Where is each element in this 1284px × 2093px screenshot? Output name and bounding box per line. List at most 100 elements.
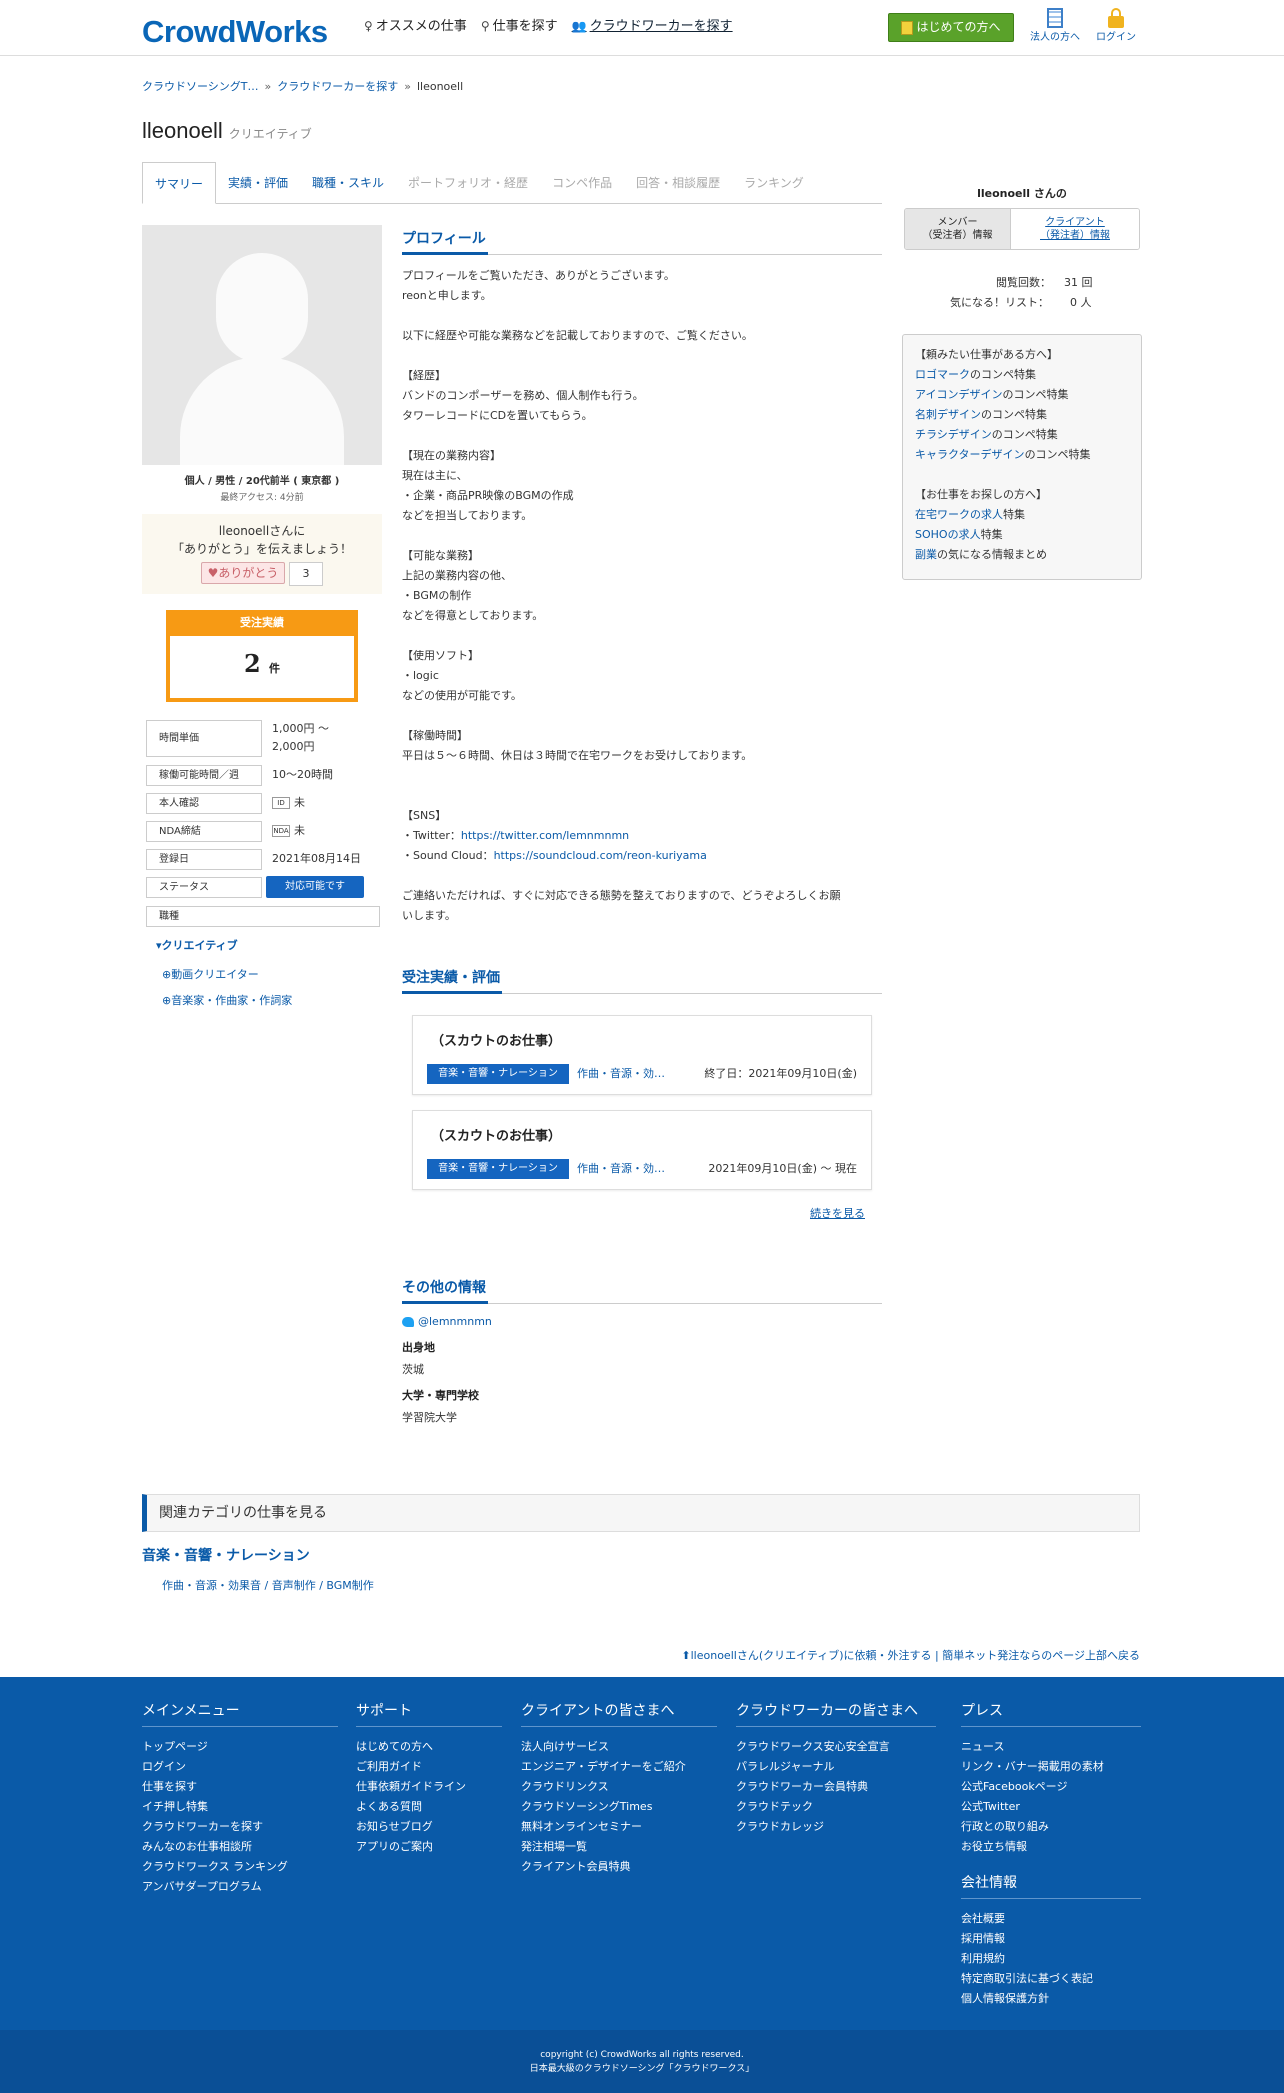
footer-link[interactable]: はじめての方へ	[356, 1737, 502, 1757]
order-card[interactable]: （スカウトのお仕事） 音楽・音響・ナレーション 作曲・音源・効… 終了日：202…	[412, 1015, 872, 1095]
footer-link[interactable]: 公式Twitter	[961, 1797, 1141, 1817]
footer-link[interactable]: クラウドワーカー会員特典	[736, 1777, 936, 1797]
footer-link[interactable]: アプリのご案内	[356, 1837, 502, 1857]
birthplace-value: 茨城	[402, 1363, 424, 1376]
tab-summary[interactable]: サマリー	[142, 162, 217, 204]
job-sub-video[interactable]: ⊕動画クリエイター	[162, 967, 259, 984]
breadcrumb-home[interactable]: クラウドソーシングT…	[142, 80, 259, 93]
fav-label: 気になる！リスト：	[950, 296, 1049, 309]
footer-link[interactable]: エンジニア・デザイナーをご紹介	[521, 1757, 717, 1777]
footer-link[interactable]: 特定商取引法に基づく表記	[961, 1969, 1141, 1989]
login-link[interactable]: ログイン	[1096, 8, 1136, 45]
footer-link[interactable]: 公式Facebookページ	[961, 1777, 1141, 1797]
thanks-count: 3	[289, 562, 323, 586]
tab-skills[interactable]: 職種・スキル	[300, 162, 396, 203]
order-title[interactable]: （スカウトのお仕事）	[431, 1032, 561, 1052]
footer-link[interactable]: クラウドワークス安心安全宣言	[736, 1737, 936, 1757]
footer-link[interactable]: ニュース	[961, 1737, 1141, 1757]
footer-link[interactable]: クラウドテック	[736, 1797, 936, 1817]
footer-link[interactable]: 仕事を探す	[142, 1777, 338, 1797]
special-link-icon[interactable]: アイコンデザイン	[915, 388, 1002, 401]
footer-link[interactable]: ログイン	[142, 1757, 338, 1777]
tab-results[interactable]: 実績・評価	[216, 162, 300, 203]
footer-link[interactable]: 仕事依頼ガイドライン	[356, 1777, 502, 1797]
footer-link[interactable]: クラウドワーカーを探す	[142, 1817, 338, 1837]
order-category: 音楽・音響・ナレーション	[427, 1159, 569, 1179]
footer-link[interactable]: 行政との取り組み	[961, 1817, 1141, 1837]
orders-heading: 受注実績・評価	[402, 968, 882, 994]
views-label: 閲覧回数：	[996, 276, 1051, 289]
footer-link[interactable]: クラウドカレッジ	[736, 1817, 936, 1837]
sns-soundcloud-link[interactable]: https://soundcloud.com/reon-kuriyama	[494, 849, 707, 862]
footer-link[interactable]: お知らせブログ	[356, 1817, 502, 1837]
special-link-character[interactable]: キャラクターデザイン	[915, 448, 1025, 461]
order-subcategory[interactable]: 作曲・音源・効…	[577, 1159, 665, 1179]
user-category: クリエイティブ	[228, 127, 312, 141]
twitter-icon	[402, 1317, 414, 1327]
related-subcategory-links[interactable]: 作曲・音源・効果音 / 音声制作 / BGM制作	[162, 1578, 374, 1595]
footer-link[interactable]: クラウドリンクス	[521, 1777, 717, 1797]
order-title[interactable]: （スカウトのお仕事）	[431, 1127, 561, 1147]
back-to-top-link[interactable]: ⬆lleonoellさん(クリエイティブ)に依頼・外注する | 簡単ネット発注な…	[681, 1648, 1140, 1665]
footer-link[interactable]: 発注相場一覧	[521, 1837, 717, 1857]
profile-heading: プロフィール	[402, 229, 882, 255]
building-icon	[1047, 8, 1063, 28]
footer-link[interactable]: イチ押し特集	[142, 1797, 338, 1817]
footer-copyright: copyright (c) CrowdWorks all rights rese…	[0, 2030, 1284, 2093]
footer-link[interactable]: 利用規約	[961, 1949, 1141, 1969]
footer-link[interactable]: クラウドソーシングTimes	[521, 1797, 717, 1817]
school-value: 学習院大学	[402, 1411, 457, 1424]
footer-link[interactable]: ご利用ガイド	[356, 1757, 502, 1777]
views-count: 31 回	[1064, 276, 1093, 289]
user-info: 個人 / 男性 / 20代前半 ( 東京都 )	[184, 476, 340, 487]
special-link-flyer[interactable]: チラシデザイン	[915, 428, 992, 441]
book-icon	[901, 20, 914, 35]
thanks-box: lleonoellさんに 「ありがとう」を伝えましょう！ ♥ありがとう 3	[142, 514, 382, 594]
footer-link[interactable]: クライアント会員特典	[521, 1857, 717, 1877]
footer-col-press: プレス ニュース リンク・バナー掲載用の素材 公式Facebookページ 公式T…	[961, 1701, 1141, 1857]
more-link[interactable]: 続きを見る	[810, 1206, 865, 1223]
special-link-soho[interactable]: SOHOの求人	[915, 528, 981, 541]
corp-link[interactable]: 法人の方へ	[1030, 8, 1080, 45]
footer-link[interactable]: 無料オンラインセミナー	[521, 1817, 717, 1837]
footer-link[interactable]: パラレルジャーナル	[736, 1757, 936, 1777]
footer-link[interactable]: 個人情報保護方針	[961, 1989, 1141, 2009]
nav-find-worker[interactable]: 👥 クラウドワーカーを探す	[572, 17, 733, 37]
footer-link[interactable]: お役立ち情報	[961, 1837, 1141, 1857]
breadcrumb-find-worker[interactable]: クラウドワーカーを探す	[277, 80, 398, 93]
job-sub-music[interactable]: ⊕音楽家・作曲家・作詞家	[162, 993, 292, 1010]
footer-link[interactable]: みんなのお仕事相談所	[142, 1837, 338, 1857]
thanks-button[interactable]: ♥ありがとう	[201, 562, 285, 584]
attr-value-registered: 2021年08月14日	[272, 852, 361, 865]
special-link-card[interactable]: 名刺デザイン	[915, 408, 981, 421]
footer-link[interactable]: 会社概要	[961, 1909, 1141, 1929]
footer-link[interactable]: 採用情報	[961, 1929, 1141, 1949]
footer-col-support: サポート はじめての方へ ご利用ガイド 仕事依頼ガイドライン よくある質問 お知…	[356, 1701, 502, 1857]
client-info-tab[interactable]: クライアント （発注者）情報	[1011, 209, 1139, 249]
search-icon: ⚲	[480, 19, 490, 33]
job-category-toggle[interactable]: ▾クリエイティブ	[156, 938, 238, 955]
sns-twitter-link[interactable]: https://twitter.com/lemnmnmn	[461, 829, 629, 842]
special-link-remote[interactable]: 在宅ワークの求人	[915, 508, 1003, 521]
nav-find-job[interactable]: ⚲ 仕事を探す	[481, 17, 558, 37]
footer-link[interactable]: アンバサダープログラム	[142, 1877, 338, 1897]
nav-recommended[interactable]: ♀ オススメの仕事	[364, 17, 467, 37]
attr-value-identity: ID 未	[272, 794, 305, 812]
order-count: 2 件	[243, 649, 281, 678]
special-link-sidejob[interactable]: 副業	[915, 548, 937, 561]
crowdworks-logo[interactable]: CrowdWorks	[142, 9, 328, 56]
main-nav: ♀ オススメの仕事 ⚲ 仕事を探す 👥 クラウドワーカーを探す	[364, 17, 733, 37]
user-name: lleonoell	[142, 118, 223, 143]
special-link-logo[interactable]: ロゴマーク	[915, 368, 970, 381]
related-category-link[interactable]: 音楽・音響・ナレーション	[142, 1546, 310, 1567]
start-guide-button[interactable]: はじめての方へ	[888, 13, 1014, 42]
twitter-handle-link[interactable]: @lemnmnmn	[402, 1314, 492, 1331]
member-info-tab[interactable]: メンバー （受注者）情報	[905, 209, 1011, 249]
footer-link[interactable]: トップページ	[142, 1737, 338, 1757]
footer-link[interactable]: クラウドワークス ランキング	[142, 1857, 338, 1877]
footer-link[interactable]: 法人向けサービス	[521, 1737, 717, 1757]
footer-link[interactable]: リンク・バナー掲載用の素材	[961, 1757, 1141, 1777]
order-card[interactable]: （スカウトのお仕事） 音楽・音響・ナレーション 作曲・音源・効… 2021年09…	[412, 1110, 872, 1190]
footer-link[interactable]: よくある質問	[356, 1797, 502, 1817]
order-subcategory[interactable]: 作曲・音源・効…	[577, 1064, 665, 1084]
